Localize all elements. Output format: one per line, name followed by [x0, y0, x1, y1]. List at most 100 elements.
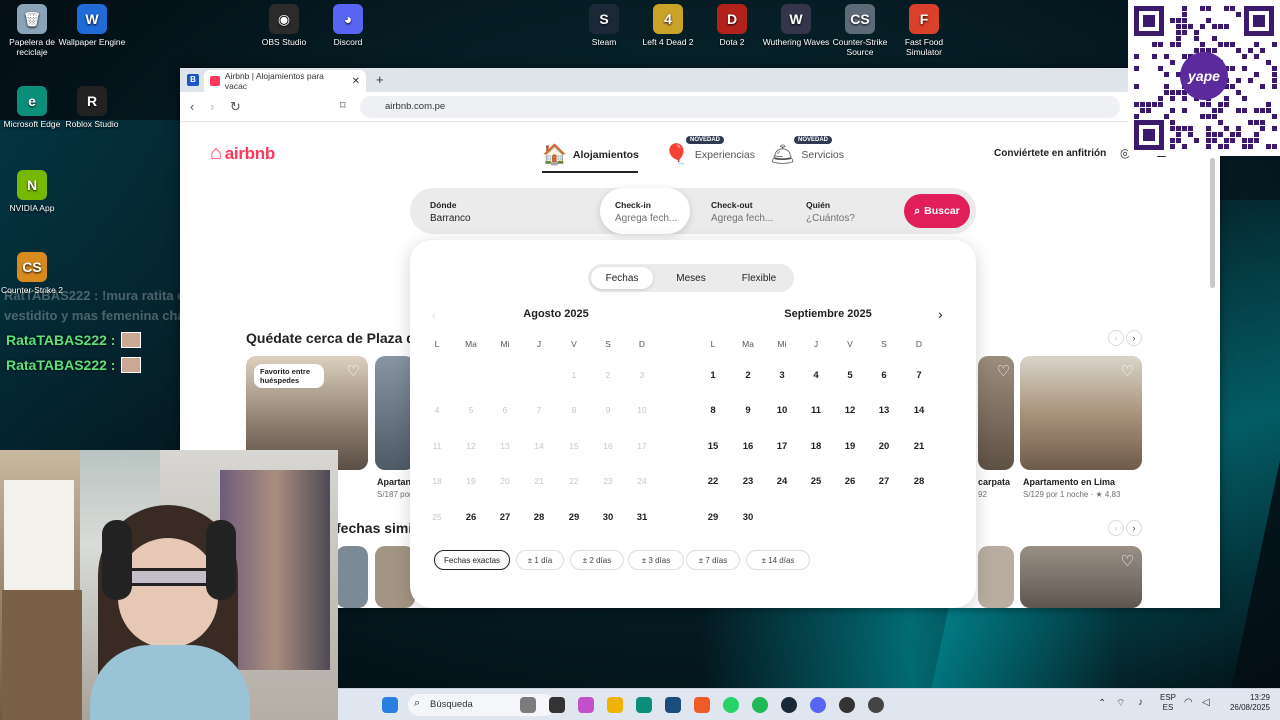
heart-icon[interactable]: ♡: [1121, 362, 1134, 380]
checkin-field[interactable]: Check-in Agrega fech...: [600, 188, 690, 234]
calendar-day[interactable]: 8: [562, 405, 586, 415]
back-icon[interactable]: ‹: [190, 99, 194, 114]
nav-alojamientos[interactable]: 🏠 Alojamientos: [542, 142, 639, 167]
calendar-day[interactable]: 15: [562, 441, 586, 451]
scrollbar[interactable]: [1210, 158, 1215, 288]
calendar-day[interactable]: 6: [493, 405, 517, 415]
brave-icon[interactable]: [694, 697, 710, 713]
desktop-icon[interactable]: N NVIDIA App: [0, 170, 67, 213]
calendar-day[interactable]: 21: [527, 476, 551, 486]
tab-meses[interactable]: Meses: [660, 267, 722, 289]
listing-card[interactable]: [978, 546, 1014, 608]
calendar-day[interactable]: 3: [630, 370, 654, 380]
desktop-icon[interactable]: R Roblox Studio: [57, 86, 127, 129]
file-explorer-icon[interactable]: [607, 697, 623, 713]
volume-icon[interactable]: ◁: [1202, 697, 1210, 708]
game-icon[interactable]: [520, 697, 536, 713]
listing-card[interactable]: [336, 546, 368, 608]
calendar-day[interactable]: 2: [596, 370, 620, 380]
guests-field[interactable]: Quién ¿Cuántos?: [788, 188, 898, 234]
calendar-day[interactable]: 25: [804, 476, 828, 487]
calendar-day[interactable]: 28: [527, 512, 551, 523]
desktop-icon[interactable]: W Wuthering Waves: [761, 4, 831, 47]
calendar-day[interactable]: 27: [493, 512, 517, 523]
mic-icon[interactable]: ♪: [1138, 697, 1143, 708]
network-icon[interactable]: ⌔: [1116, 697, 1125, 710]
desktop-icon[interactable]: ◉ OBS Studio: [249, 4, 319, 47]
flex-date-pill[interactable]: Fechas exactas: [434, 550, 510, 570]
listing-card[interactable]: [375, 356, 415, 470]
heart-icon[interactable]: ♡: [997, 362, 1010, 380]
nav-experiencias[interactable]: 🎈 Experiencias: [664, 142, 755, 167]
calendar-day[interactable]: 16: [736, 441, 760, 452]
calendar-day[interactable]: 31: [630, 512, 654, 523]
calendar-day[interactable]: 2: [736, 370, 760, 381]
listing-card[interactable]: ♡: [1020, 546, 1142, 608]
calendar-day[interactable]: 14: [527, 441, 551, 451]
calendar-day[interactable]: 11: [425, 441, 449, 451]
flex-date-pill[interactable]: ± 1 día: [516, 550, 564, 570]
calendar-day[interactable]: 9: [736, 405, 760, 416]
desktop-icon[interactable]: W Wallpaper Engine: [57, 4, 127, 47]
calendar-day[interactable]: 12: [459, 441, 483, 451]
airbnb-logo[interactable]: ⌂ airbnb: [210, 142, 275, 165]
calendar-day[interactable]: 10: [770, 405, 794, 416]
nav-servicios[interactable]: 🛎 Servicios: [770, 142, 844, 167]
calendar-day[interactable]: 14: [907, 405, 931, 416]
desktop-icon[interactable]: 4 Left 4 Dead 2: [633, 4, 703, 47]
tab-flexible[interactable]: Flexible: [728, 267, 790, 289]
calendar-day[interactable]: 7: [907, 370, 931, 381]
close-tab-icon[interactable]: ✕: [352, 76, 360, 87]
flex-date-pill[interactable]: ± 7 días: [686, 550, 740, 570]
next-arrow-icon[interactable]: ›: [1126, 330, 1142, 346]
calendar-day[interactable]: 19: [459, 476, 483, 486]
calendar-day[interactable]: 9: [596, 405, 620, 415]
calendar-day[interactable]: 12: [838, 405, 862, 416]
search-button[interactable]: ⌕ Buscar: [904, 194, 970, 228]
calendar-day[interactable]: 24: [770, 476, 794, 487]
tab-airbnb[interactable]: Airbnb | Alojamientos para vacac ✕: [204, 70, 366, 92]
discord-icon[interactable]: [810, 697, 826, 713]
calendar-day[interactable]: 26: [838, 476, 862, 487]
calendar-day[interactable]: 7: [527, 405, 551, 415]
steam-icon[interactable]: [781, 697, 797, 713]
next-month-icon[interactable]: ›: [938, 306, 943, 322]
prev-arrow-icon[interactable]: ‹: [1108, 330, 1124, 346]
become-host-link[interactable]: Conviértete en anfitrión: [994, 148, 1106, 159]
listing-card[interactable]: ♡: [978, 356, 1014, 470]
calendar-day[interactable]: 6: [872, 370, 896, 381]
calendar-day[interactable]: 15: [701, 441, 725, 452]
calendar-day[interactable]: 24: [630, 476, 654, 486]
calendar-day[interactable]: 23: [736, 476, 760, 487]
copilot-icon[interactable]: [578, 697, 594, 713]
where-field[interactable]: Dónde Barranco: [410, 188, 598, 234]
tab-fechas[interactable]: Fechas: [591, 267, 653, 289]
calendar-day[interactable]: 5: [459, 405, 483, 415]
calendar-day[interactable]: 3: [770, 370, 794, 381]
flex-date-pill[interactable]: ± 14 días: [746, 550, 810, 570]
bookmark-icon[interactable]: ⌑: [340, 99, 346, 112]
calendar-day[interactable]: 11: [804, 405, 828, 416]
calendar-day[interactable]: 27: [872, 476, 896, 487]
reload-icon[interactable]: ↻: [230, 99, 241, 115]
calendar-day[interactable]: 21: [907, 441, 931, 452]
desktop-icon[interactable]: D Dota 2: [697, 4, 767, 47]
calendar-day[interactable]: 30: [596, 512, 620, 523]
calendar-day[interactable]: 10: [630, 405, 654, 415]
calendar-day[interactable]: 16: [596, 441, 620, 451]
calendar-day[interactable]: 13: [872, 405, 896, 416]
desktop-icon[interactable]: S Steam: [569, 4, 639, 47]
obs-icon[interactable]: [839, 697, 855, 713]
calendar-day[interactable]: 4: [804, 370, 828, 381]
calendar-day[interactable]: 18: [804, 441, 828, 452]
new-tab-button[interactable]: +: [376, 72, 384, 87]
calendar-day[interactable]: 19: [838, 441, 862, 452]
calendar-day[interactable]: 18: [425, 476, 449, 486]
calendar-day[interactable]: 23: [596, 476, 620, 486]
calendar-day[interactable]: 17: [630, 441, 654, 451]
listing-card[interactable]: ♡: [1020, 356, 1142, 470]
prev-arrow-icon[interactable]: ‹: [1108, 520, 1124, 536]
url-bar[interactable]: airbnb.com.pe: [360, 96, 1120, 118]
calendar-day[interactable]: 25: [425, 512, 449, 522]
listing-card[interactable]: [375, 546, 415, 608]
